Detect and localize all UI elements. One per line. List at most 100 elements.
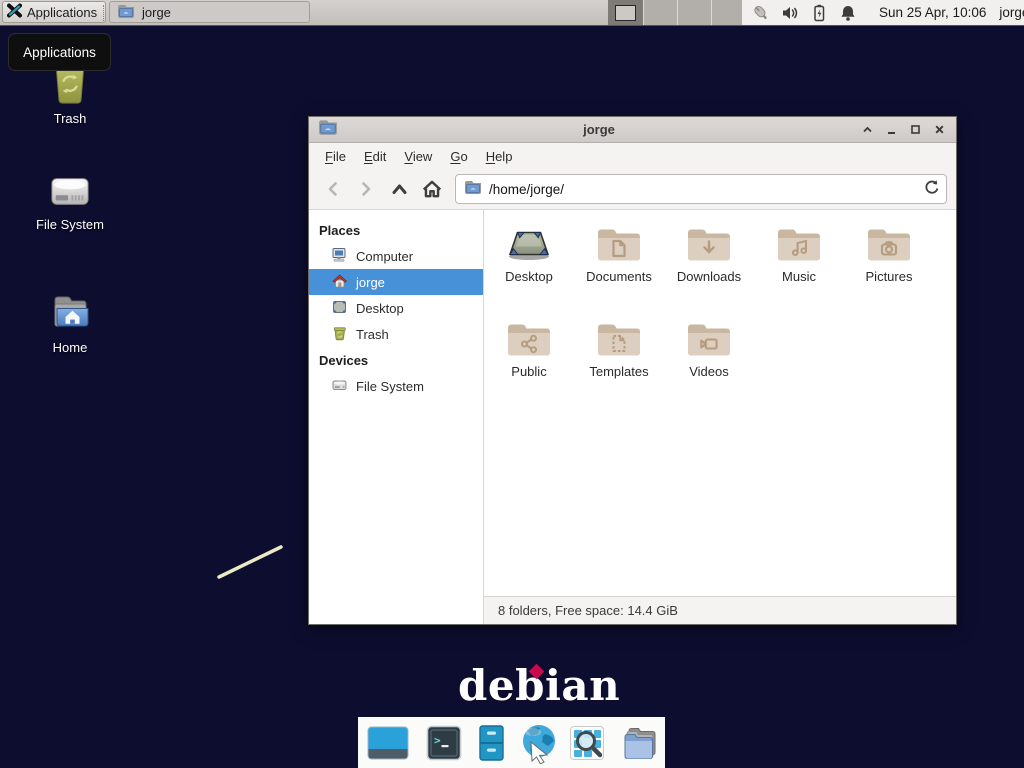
up-button[interactable] bbox=[384, 174, 414, 204]
desktop-icon-file-system[interactable]: File System bbox=[18, 170, 122, 232]
sidebar-devices-header: Devices bbox=[309, 347, 483, 373]
folder-public[interactable]: Public bbox=[484, 319, 574, 414]
notifications-bell-icon[interactable] bbox=[839, 4, 857, 22]
harddrive-icon bbox=[46, 170, 94, 212]
folder-videos[interactable]: Videos bbox=[664, 319, 754, 414]
terminal-icon[interactable]: > bbox=[424, 723, 464, 763]
web-browser-icon[interactable] bbox=[518, 722, 560, 764]
downloads-folder-icon bbox=[685, 224, 733, 264]
path-bar[interactable] bbox=[455, 174, 947, 204]
workspace-3[interactable] bbox=[677, 0, 711, 25]
xorg-logo-icon bbox=[7, 3, 22, 21]
taskbar-window-button[interactable]: jorge bbox=[109, 1, 310, 23]
folder-label: Templates bbox=[589, 364, 648, 379]
statusbar: 8 folders, Free space: 14.4 GiB bbox=[484, 596, 956, 624]
pictures-folder-icon bbox=[865, 224, 913, 264]
sidebar-item-label: File System bbox=[356, 379, 424, 394]
folder-downloads[interactable]: Downloads bbox=[664, 224, 754, 319]
panel-user-label[interactable]: jorge bbox=[999, 5, 1024, 20]
folder-label: Public bbox=[511, 364, 546, 379]
file-grid: Desktop Documents bbox=[484, 210, 956, 596]
desktop-icon bbox=[505, 224, 553, 264]
documents-folder-icon bbox=[595, 224, 643, 264]
sidebar-item-label: Trash bbox=[356, 327, 389, 342]
folder-label: Music bbox=[782, 269, 816, 284]
menu-edit[interactable]: Edit bbox=[355, 146, 395, 167]
menubar: File Edit View Go Help bbox=[309, 143, 956, 169]
applications-menu-label: Applications bbox=[27, 5, 97, 20]
templates-folder-icon bbox=[595, 319, 643, 359]
home-folder-icon bbox=[46, 291, 94, 335]
sidebar-item-trash[interactable]: Trash bbox=[309, 321, 483, 347]
window-body: Places Computer bbox=[309, 210, 956, 624]
folder-documents[interactable]: Documents bbox=[574, 224, 664, 319]
window-title: jorge bbox=[338, 122, 860, 137]
workspace-pager bbox=[608, 0, 745, 25]
menu-file[interactable]: File bbox=[316, 146, 355, 167]
path-input[interactable] bbox=[489, 182, 916, 197]
workspace-2[interactable] bbox=[643, 0, 677, 25]
input-device-icon[interactable] bbox=[752, 4, 770, 22]
folder-label: Downloads bbox=[677, 269, 741, 284]
dock: > bbox=[358, 717, 665, 768]
sidebar-item-label: jorge bbox=[356, 275, 385, 290]
sidebar-item-file-system[interactable]: File System bbox=[309, 373, 483, 399]
desktop-icon-home[interactable]: Home bbox=[18, 291, 122, 355]
folder-music[interactable]: Music bbox=[754, 224, 844, 319]
folder-pictures[interactable]: Pictures bbox=[844, 224, 934, 319]
folder-desktop[interactable]: Desktop bbox=[484, 224, 574, 319]
folder-icon bbox=[117, 4, 135, 21]
directory-menu-icon[interactable] bbox=[621, 723, 661, 763]
svg-text:>: > bbox=[434, 734, 441, 747]
panel-handle[interactable] bbox=[103, 5, 106, 21]
file-manager-window: jorge File Edit View Go Help bbox=[308, 116, 957, 625]
menu-go[interactable]: Go bbox=[441, 146, 476, 167]
music-folder-icon bbox=[775, 224, 823, 264]
workspace-4[interactable] bbox=[711, 0, 745, 25]
maximize-button[interactable] bbox=[908, 122, 923, 137]
minimize-button[interactable] bbox=[884, 122, 899, 137]
menu-view[interactable]: View bbox=[395, 146, 441, 167]
window-folder-icon bbox=[318, 119, 338, 140]
sidebar-item-label: Desktop bbox=[356, 301, 404, 316]
battery-charging-icon[interactable] bbox=[810, 4, 828, 22]
sidebar-item-computer[interactable]: Computer bbox=[309, 243, 483, 269]
folder-templates[interactable]: Templates bbox=[574, 319, 664, 414]
reload-icon[interactable] bbox=[923, 178, 940, 200]
sidebar-item-label: Computer bbox=[356, 249, 413, 264]
show-desktop-icon[interactable] bbox=[366, 723, 410, 763]
computer-icon bbox=[331, 247, 348, 266]
workspace-window-miniature bbox=[615, 5, 636, 21]
forward-button[interactable] bbox=[351, 174, 381, 204]
top-panel: Applications jorge bbox=[0, 0, 1024, 26]
back-button[interactable] bbox=[318, 174, 348, 204]
volume-icon[interactable] bbox=[781, 4, 799, 22]
folder-label: Documents bbox=[586, 269, 652, 284]
panel-clock[interactable]: Sun 25 Apr, 10:06 bbox=[879, 5, 986, 20]
path-folder-icon bbox=[464, 180, 482, 199]
window-controls bbox=[860, 122, 947, 137]
public-folder-icon bbox=[505, 319, 553, 359]
sidebar-item-jorge[interactable]: jorge bbox=[309, 269, 483, 295]
file-manager-icon[interactable] bbox=[471, 723, 511, 763]
sidebar-places-header: Places bbox=[309, 217, 483, 243]
window-titlebar[interactable]: jorge bbox=[309, 117, 956, 143]
applications-menu-button[interactable]: Applications bbox=[2, 1, 106, 23]
home-button[interactable] bbox=[417, 174, 447, 204]
workspace-1[interactable] bbox=[608, 0, 643, 25]
harddrive-mini-icon bbox=[331, 377, 348, 396]
menu-help[interactable]: Help bbox=[477, 146, 522, 167]
shade-button[interactable] bbox=[860, 122, 875, 137]
tooltip-text: Applications bbox=[23, 45, 96, 60]
desktop-icon-label: Trash bbox=[54, 111, 87, 126]
close-button[interactable] bbox=[932, 122, 947, 137]
applications-tooltip: Applications bbox=[8, 33, 111, 71]
sidebar: Places Computer bbox=[309, 210, 484, 624]
application-finder-icon[interactable] bbox=[567, 723, 607, 763]
videos-folder-icon bbox=[685, 319, 733, 359]
folder-label: Pictures bbox=[866, 269, 913, 284]
sidebar-item-desktop[interactable]: Desktop bbox=[309, 295, 483, 321]
panel-tray-area: Sun 25 Apr, 10:06 jorge bbox=[742, 0, 1024, 25]
stray-line-artifact bbox=[215, 540, 290, 585]
desktop-icon-label: Home bbox=[53, 340, 88, 355]
